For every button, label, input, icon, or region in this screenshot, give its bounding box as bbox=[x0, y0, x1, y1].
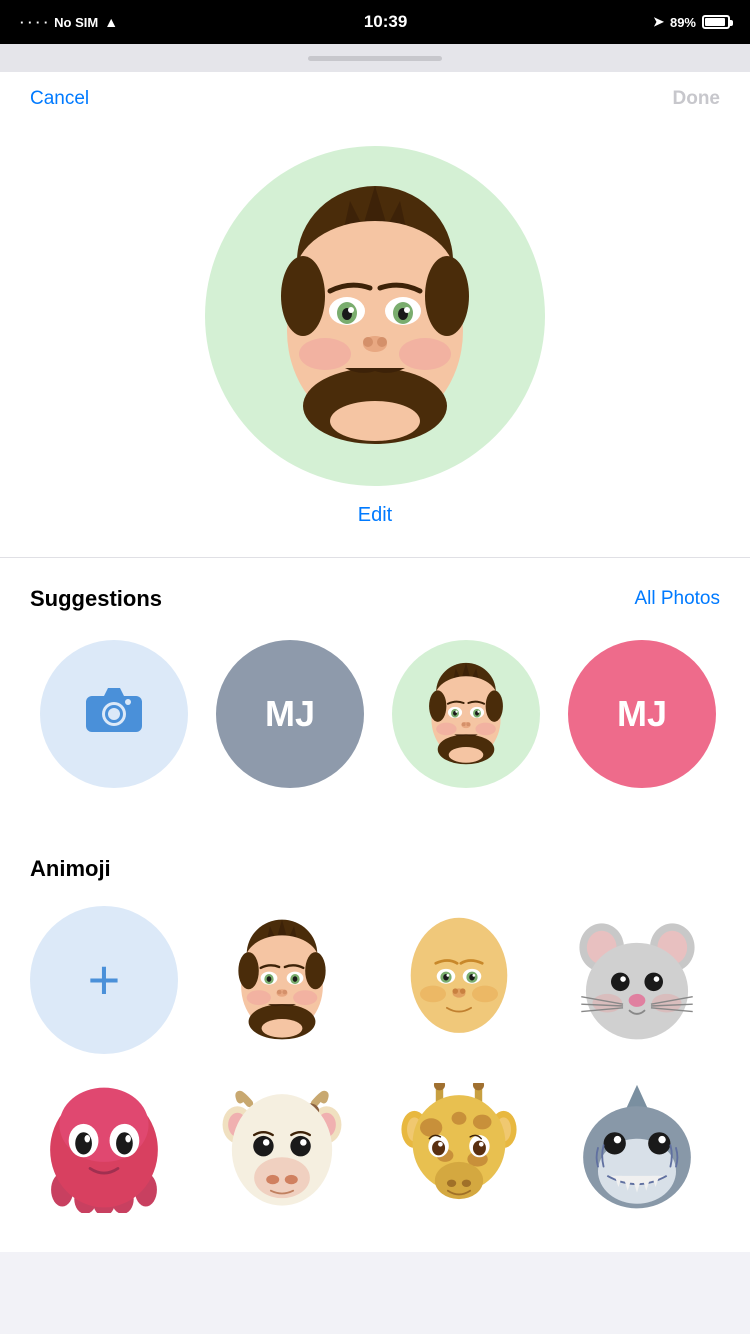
suggestions-row: MJ bbox=[30, 640, 720, 798]
suggestion-mj-pink[interactable]: MJ bbox=[568, 640, 716, 788]
status-bar: · · · · No SIM ▲ 10:39 ➤ 89% bbox=[0, 0, 750, 44]
animoji-bald[interactable] bbox=[385, 906, 533, 1054]
initials-mj-pink: MJ bbox=[617, 693, 667, 735]
all-photos-link[interactable]: All Photos bbox=[634, 588, 720, 610]
suggestion-mj-gray[interactable]: MJ bbox=[216, 640, 364, 788]
animoji-man-svg bbox=[217, 915, 347, 1045]
drag-handle-area bbox=[0, 44, 750, 72]
animoji-section: Animoji + bbox=[0, 828, 750, 1252]
status-left: · · · · No SIM ▲ bbox=[20, 14, 118, 30]
status-right: ➤ 89% bbox=[653, 14, 730, 30]
done-button[interactable]: Done bbox=[673, 88, 721, 110]
suggestion-camera[interactable] bbox=[40, 640, 188, 788]
status-time: 10:39 bbox=[364, 12, 407, 32]
suggestions-header: Suggestions All Photos bbox=[30, 586, 720, 612]
animoji-mouse[interactable] bbox=[563, 906, 711, 1054]
main-card: Cancel Done bbox=[0, 72, 750, 1252]
suggestions-section: Suggestions All Photos bbox=[0, 558, 750, 818]
camera-svg bbox=[84, 684, 144, 734]
drag-handle bbox=[308, 56, 442, 61]
avatar-section: Edit bbox=[0, 126, 750, 557]
battery-icon bbox=[702, 15, 730, 29]
animoji-grid: + bbox=[30, 906, 720, 1232]
animoji-mouse-svg bbox=[572, 915, 702, 1045]
animoji-shark-svg bbox=[572, 1083, 702, 1213]
cancel-button[interactable]: Cancel bbox=[30, 88, 89, 110]
wifi-icon: ▲ bbox=[104, 14, 118, 30]
edit-button[interactable]: Edit bbox=[358, 504, 392, 527]
carrier-label: No SIM bbox=[54, 15, 98, 30]
nav-bar: Cancel Done bbox=[0, 72, 750, 126]
animoji-giraffe[interactable] bbox=[385, 1074, 533, 1222]
battery-fill bbox=[705, 18, 725, 26]
animoji-cow[interactable] bbox=[208, 1074, 356, 1222]
initials-mj-gray: MJ bbox=[265, 693, 315, 735]
animoji-title: Animoji bbox=[30, 856, 720, 882]
animoji-giraffe-svg bbox=[394, 1083, 524, 1213]
camera-icon bbox=[84, 684, 144, 745]
animoji-bald-svg bbox=[394, 915, 524, 1045]
animoji-shark[interactable] bbox=[563, 1074, 711, 1222]
animoji-octopus-svg bbox=[39, 1083, 169, 1213]
small-memoji-svg bbox=[411, 659, 521, 769]
battery-percent: 89% bbox=[670, 15, 696, 30]
animoji-cow-svg bbox=[217, 1083, 347, 1213]
animoji-octopus[interactable] bbox=[30, 1074, 178, 1222]
plus-icon: + bbox=[88, 952, 121, 1008]
memoji-avatar bbox=[235, 176, 515, 456]
animoji-memoji-man[interactable] bbox=[208, 906, 356, 1054]
suggestions-title: Suggestions bbox=[30, 586, 162, 612]
signal-dots: · · · · bbox=[20, 15, 48, 30]
suggestion-memoji[interactable] bbox=[392, 640, 540, 788]
location-icon: ➤ bbox=[653, 14, 664, 30]
avatar-circle[interactable] bbox=[205, 146, 545, 486]
animoji-add-button[interactable]: + bbox=[30, 906, 178, 1054]
